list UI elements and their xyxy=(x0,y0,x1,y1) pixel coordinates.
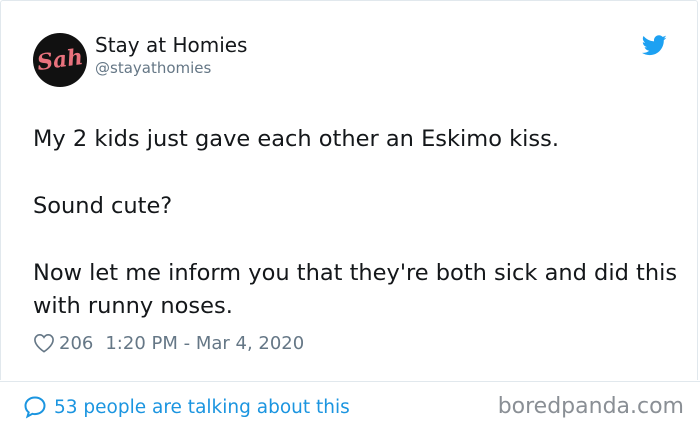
tweet-card: Sah Stay at Homies @stayathomies My 2 ki… xyxy=(0,0,700,431)
heart-icon[interactable] xyxy=(33,333,55,353)
source-watermark: boredpanda.com xyxy=(497,394,684,419)
tweet-paragraph: My 2 kids just gave each other an Eskimo… xyxy=(33,126,560,152)
avatar-logo: Sah xyxy=(35,43,85,77)
conversation-link[interactable]: 53 people are talking about this xyxy=(23,393,350,421)
divider xyxy=(0,381,700,382)
tweet-meta: 206 1:20 PM - Mar 4, 2020 xyxy=(33,330,304,356)
tweet-paragraph: Now let me inform you that they're both … xyxy=(33,260,678,319)
account-name[interactable]: Stay at Homies xyxy=(95,33,247,57)
avatar[interactable]: Sah xyxy=(33,33,87,87)
tweet-header: Sah Stay at Homies @stayathomies xyxy=(33,31,673,87)
like-count[interactable]: 206 xyxy=(59,333,93,354)
conversation-label: 53 people are talking about this xyxy=(54,396,350,418)
twitter-bird-icon[interactable] xyxy=(642,35,667,56)
tweet-paragraph: Sound cute? xyxy=(33,193,173,219)
tweet-text: My 2 kids just gave each other an Eskimo… xyxy=(33,123,683,323)
tweet-timestamp[interactable]: 1:20 PM - Mar 4, 2020 xyxy=(105,333,304,354)
account-handle[interactable]: @stayathomies xyxy=(95,59,211,77)
speech-bubble-icon xyxy=(24,396,46,419)
